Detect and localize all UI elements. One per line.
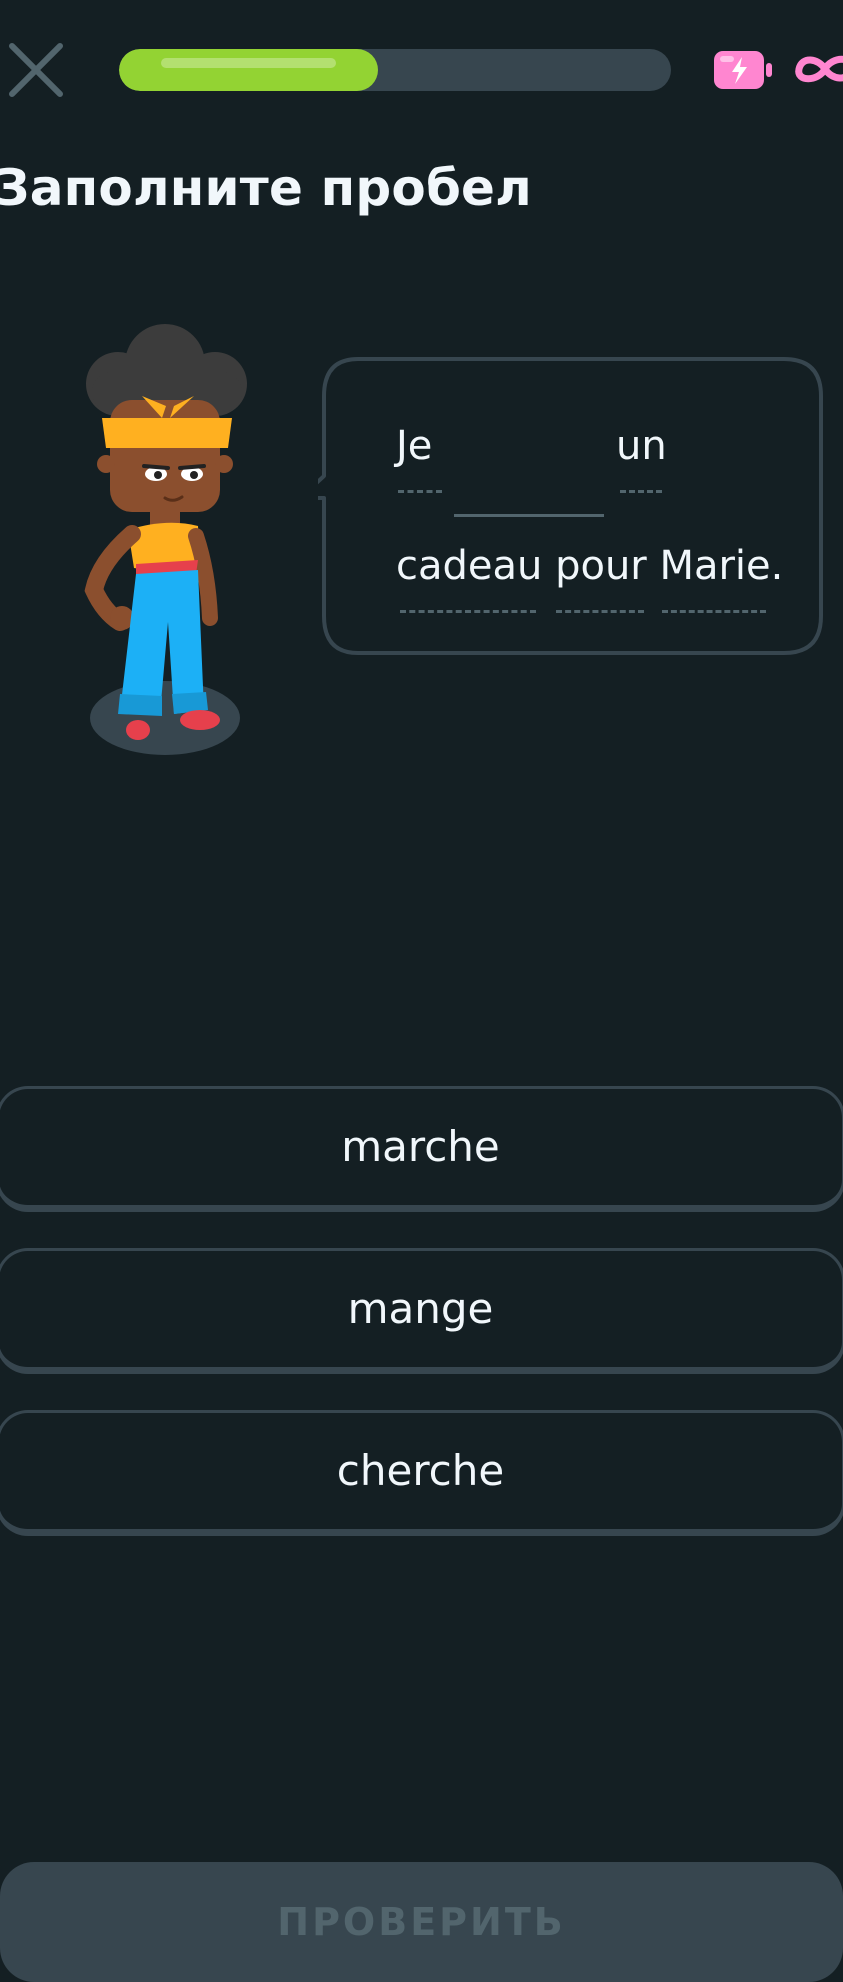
sentence-line-2[interactable]: cadeau pour Marie.: [396, 542, 783, 590]
check-button[interactable]: ПРОВЕРИТЬ: [0, 1862, 843, 1982]
word-underline: [556, 610, 644, 613]
infinity-icon: [790, 46, 843, 92]
choice-option-mange[interactable]: mange: [0, 1248, 843, 1374]
word-underline: [400, 610, 536, 613]
lesson-progress-bar: [119, 49, 671, 91]
word-underline: [398, 490, 442, 493]
choice-option-cherche[interactable]: cherche: [0, 1410, 843, 1536]
close-icon: [9, 43, 63, 97]
progress-shine: [161, 58, 337, 68]
answer-blank[interactable]: [454, 514, 604, 517]
energy-battery-icon[interactable]: [712, 48, 774, 92]
close-button[interactable]: [4, 38, 68, 102]
character-illustration: [70, 322, 270, 762]
word-underline: [620, 490, 662, 493]
speech-bubble: Je un cadeau pour Marie.: [318, 356, 824, 656]
choice-option-marche[interactable]: marche: [0, 1086, 843, 1212]
sentence-word-je[interactable]: Je: [396, 422, 432, 470]
word-underline: [662, 610, 766, 613]
choice-label: marche: [341, 1122, 500, 1171]
choice-label: cherche: [336, 1446, 505, 1495]
check-button-label: ПРОВЕРИТЬ: [277, 1900, 566, 1944]
choice-label: mange: [347, 1284, 494, 1333]
progress-fill: [119, 49, 379, 91]
sentence-word-un[interactable]: un: [616, 422, 667, 470]
page-title: Заполните пробел: [0, 159, 532, 217]
